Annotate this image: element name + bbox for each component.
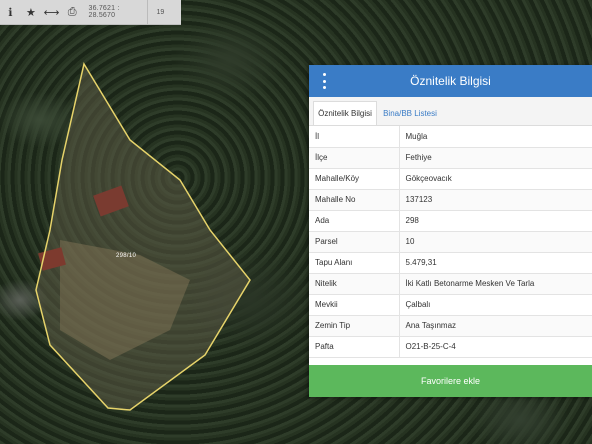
- panel-title: Öznitelik Bilgisi: [410, 74, 491, 88]
- map-toolbar: ℹ ★ ⟷ ⎙ 36.7621 : 28.5670 19: [0, 0, 181, 25]
- attribute-value: 298: [399, 210, 592, 232]
- panel-tabs: Öznitelik Bilgisi Bina/BB Listesi: [309, 97, 592, 126]
- attribute-value: İki Katlı Betonarme Mesken Ve Tarla: [399, 273, 592, 295]
- attribute-key: Zemin Tip: [309, 315, 400, 337]
- attribute-value: 10: [399, 231, 592, 253]
- tab-building-list[interactable]: Bina/BB Listesi: [380, 101, 440, 125]
- attribute-value: Muğla: [399, 126, 592, 148]
- info-icon[interactable]: ℹ: [0, 0, 21, 24]
- attribute-table: İl Muğla İlçe Fethiye Mahalle/Köy Gökçeovacık…: [309, 126, 592, 358]
- attribute-key: Mahalle No: [309, 189, 400, 211]
- table-row: Mahalle No 137123: [309, 189, 592, 211]
- table-row: Mevkii Çalbalı: [309, 294, 592, 316]
- attribute-value: Fethiye: [399, 147, 592, 169]
- table-row: Parsel 10: [309, 231, 592, 253]
- attribute-key: Ada: [309, 210, 400, 232]
- table-row: İl Muğla: [309, 126, 592, 148]
- zoom-level: 19: [147, 0, 181, 24]
- attribute-key: Mahalle/Köy: [309, 168, 400, 190]
- attribute-key: Mevkii: [309, 294, 400, 316]
- star-icon[interactable]: ★: [21, 0, 42, 24]
- attribute-key: Nitelik: [309, 273, 400, 295]
- attribute-panel: Öznitelik Bilgisi Öznitelik Bilgisi Bina…: [309, 65, 592, 397]
- attribute-value: 5.479,31: [399, 252, 592, 274]
- parcel-label: 298/10: [116, 253, 137, 259]
- attribute-value: Çalbalı: [399, 294, 592, 316]
- attribute-key: Pafta: [309, 336, 400, 358]
- attribute-key: İl: [309, 126, 400, 148]
- attribute-key: Tapu Alanı: [309, 252, 400, 274]
- coordinate-readout: 36.7621 : 28.5670: [88, 5, 120, 19]
- add-to-favorites-button[interactable]: Favorilere ekle: [309, 365, 592, 397]
- table-row: Zemin Tip Ana Taşınmaz: [309, 315, 592, 337]
- table-row: Mahalle/Köy Gökçeovacık: [309, 168, 592, 190]
- parcel-clearing: [36, 64, 250, 410]
- table-row: Ada 298: [309, 210, 592, 232]
- vertical-dots-menu-icon[interactable]: [319, 73, 329, 89]
- table-row: Nitelik İki Katlı Betonarme Mesken Ve Tar…: [309, 273, 592, 295]
- attribute-value: Gökçeovacık: [399, 168, 592, 190]
- attribute-value: Ana Taşınmaz: [399, 315, 592, 337]
- table-row: Pafta O21-B-25-C-4: [309, 336, 592, 358]
- print-icon[interactable]: ⎙: [62, 0, 83, 24]
- panel-header: Öznitelik Bilgisi: [309, 65, 592, 97]
- attribute-value: O21-B-25-C-4: [399, 336, 592, 358]
- attribute-key: Parsel: [309, 231, 400, 253]
- measure-icon[interactable]: ⟷: [41, 0, 62, 24]
- tab-attribute-info[interactable]: Öznitelik Bilgisi: [313, 101, 377, 125]
- table-row: Tapu Alanı 5.479,31: [309, 252, 592, 274]
- table-row: İlçe Fethiye: [309, 147, 592, 169]
- attribute-key: İlçe: [309, 147, 400, 169]
- attribute-value: 137123: [399, 189, 592, 211]
